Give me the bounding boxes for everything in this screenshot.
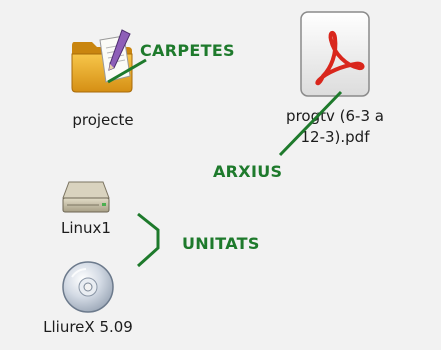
- pdf-file-icon: [300, 11, 370, 97]
- desktop-item-linux1[interactable]: Linux1: [46, 180, 126, 239]
- annotation-units: UNITATS: [182, 234, 260, 253]
- desktop: projecte progtv (6-3 a 12-3).pdf Linux1 …: [0, 0, 441, 350]
- cd-drive-icon: [62, 261, 114, 313]
- desktop-item-label: Linux1: [61, 219, 111, 237]
- folder-icon: [71, 29, 133, 93]
- annotation-files: ARXIUS: [213, 162, 283, 181]
- annotation-folders: CARPETES: [140, 41, 235, 60]
- desktop-item-label-line2: 12-3).pdf: [300, 128, 370, 146]
- desktop-item-lliurex[interactable]: LliureX 5.09: [28, 259, 148, 338]
- desktop-item-label-line1: progtv (6-3 a: [286, 107, 384, 125]
- hard-drive-icon: [62, 181, 110, 213]
- desktop-item-label: LliureX 5.09: [43, 318, 133, 336]
- desktop-item-label: projecte: [72, 111, 134, 129]
- desktop-item-pdf[interactable]: progtv (6-3 a 12-3).pdf: [260, 10, 410, 148]
